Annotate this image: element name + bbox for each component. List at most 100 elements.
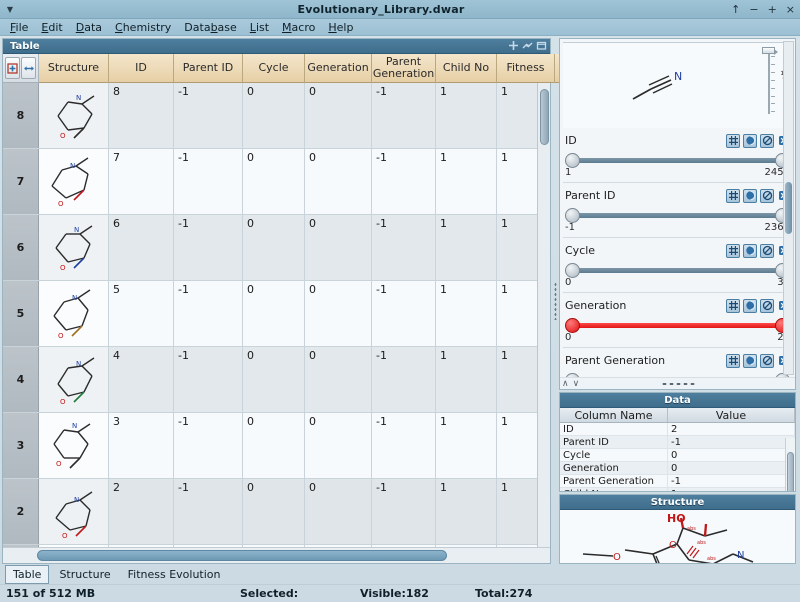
cell-cycle[interactable]: 0	[243, 479, 305, 544]
cell-id[interactable]: 8	[109, 83, 174, 148]
structure-search-canvas[interactable]: N	[565, 45, 762, 126]
minimize-button[interactable]: −	[749, 4, 758, 15]
row-header[interactable]: 3	[3, 413, 39, 478]
structure-search-filter[interactable]: N ½ 0	[563, 42, 792, 128]
column-header-generation[interactable]: Generation	[305, 54, 372, 83]
data-row[interactable]: Child No1	[560, 488, 795, 491]
globe-icon[interactable]	[743, 134, 757, 148]
column-header-structure[interactable]: Structure	[39, 54, 109, 83]
table-row[interactable]: 5NO5-100-111	[3, 281, 550, 347]
cell-cycle[interactable]: 0	[243, 149, 305, 214]
cell-parent-generation[interactable]: -1	[372, 413, 436, 478]
table-horizontal-scrollbar[interactable]	[3, 547, 550, 563]
cell-id[interactable]: 3	[109, 413, 174, 478]
table-row[interactable]: 8NO8-100-111	[3, 83, 550, 149]
cell-child-no[interactable]: 1	[436, 479, 497, 544]
column-header-id[interactable]: ID	[109, 54, 174, 83]
table-row[interactable]: 2NO2-100-111	[3, 479, 550, 545]
table-vertical-scrollbar[interactable]	[537, 83, 550, 547]
filter-generation[interactable]: Generation023	[563, 293, 792, 348]
grid-icon[interactable]	[726, 354, 740, 368]
cell-child-no[interactable]: 1	[436, 281, 497, 346]
disable-icon[interactable]	[760, 244, 774, 258]
data-row[interactable]: Parent Generation-1	[560, 475, 795, 488]
scroll-down-icon[interactable]: ∨	[571, 379, 582, 389]
table-row[interactable]: 4NO4-100-111	[3, 347, 550, 413]
slider-min-knob[interactable]	[565, 153, 580, 168]
cell-id[interactable]: 4	[109, 347, 174, 412]
data-header-value[interactable]: Value	[668, 408, 795, 422]
grid-icon[interactable]	[726, 134, 740, 148]
row-header[interactable]: 2	[3, 479, 39, 544]
structure-cell[interactable]: NO	[39, 479, 109, 544]
filter-cycle[interactable]: Cycle033	[563, 238, 792, 293]
cell-parent-generation[interactable]: -1	[372, 479, 436, 544]
filter-parent-generation[interactable]: Parent Generation-122	[563, 348, 792, 377]
row-header[interactable]: 8	[3, 83, 39, 148]
cell-parent-id[interactable]: -1	[174, 413, 243, 478]
data-panel-scrollbar[interactable]	[785, 438, 795, 491]
table-row[interactable]: 7NO7-100-111	[3, 149, 550, 215]
slider-thumb[interactable]	[762, 47, 775, 54]
cell-child-no[interactable]: 1	[436, 215, 497, 280]
structure-cell[interactable]: NO	[39, 413, 109, 478]
cell-parent-generation[interactable]: -1	[372, 281, 436, 346]
cell-generation[interactable]: 0	[305, 149, 372, 214]
cell-parent-id[interactable]: -1	[174, 149, 243, 214]
disable-icon[interactable]	[760, 354, 774, 368]
filter-panel-scrollbar[interactable]	[783, 41, 794, 375]
menu-database[interactable]: Database	[178, 20, 243, 35]
structure-cell[interactable]: NO	[39, 215, 109, 280]
grid-icon[interactable]	[726, 244, 740, 258]
data-row[interactable]: Parent ID-1	[560, 436, 795, 449]
globe-icon[interactable]	[743, 299, 757, 313]
cell-cycle[interactable]: 0	[243, 413, 305, 478]
detach-icon[interactable]	[536, 40, 547, 51]
row-header[interactable]: 4	[3, 347, 39, 412]
cell-id[interactable]: 5	[109, 281, 174, 346]
disable-icon[interactable]	[760, 134, 774, 148]
cell-parent-id[interactable]: -1	[174, 479, 243, 544]
cell-id[interactable]: 7	[109, 149, 174, 214]
menu-chemistry[interactable]: Chemistry	[109, 20, 177, 35]
close-button[interactable]: ×	[786, 4, 795, 15]
cell-child-no[interactable]: 1	[436, 83, 497, 148]
structure-cell[interactable]: NO	[39, 83, 109, 148]
tab-table[interactable]: Table	[5, 565, 49, 584]
menu-help[interactable]: Help	[322, 20, 359, 35]
globe-icon[interactable]	[743, 189, 757, 203]
cell-cycle[interactable]: 0	[243, 83, 305, 148]
cell-generation[interactable]: 0	[305, 479, 372, 544]
fit-columns-icon[interactable]	[21, 57, 36, 79]
cell-id[interactable]: 2	[109, 479, 174, 544]
cell-parent-generation[interactable]: -1	[372, 347, 436, 412]
vertical-splitter[interactable]	[551, 38, 559, 564]
filter-parent-id[interactable]: Parent ID-12367	[563, 183, 792, 238]
cell-generation[interactable]: 0	[305, 347, 372, 412]
scrollbar-thumb[interactable]	[787, 452, 794, 491]
scroll-up-icon[interactable]: ∧	[560, 379, 571, 389]
table-body[interactable]: 8NO8-100-1117NO7-100-1116NO6-100-1115NO5…	[3, 83, 550, 547]
cell-cycle[interactable]: 0	[243, 281, 305, 346]
menu-list[interactable]: List	[244, 20, 275, 35]
add-view-icon[interactable]	[508, 40, 519, 51]
cell-generation[interactable]: 0	[305, 281, 372, 346]
range-slider[interactable]	[565, 261, 790, 279]
scrollbar-thumb[interactable]	[37, 550, 447, 561]
cell-generation[interactable]: 0	[305, 413, 372, 478]
data-row[interactable]: Generation0	[560, 462, 795, 475]
tab-structure[interactable]: Structure	[52, 566, 117, 583]
column-header-cycle[interactable]: Cycle	[243, 54, 305, 83]
disable-icon[interactable]	[760, 189, 774, 203]
cell-id[interactable]: 6	[109, 215, 174, 280]
table-row[interactable]: 6NO6-100-111	[3, 215, 550, 281]
slider-min-knob[interactable]	[565, 208, 580, 223]
data-row[interactable]: ID2	[560, 423, 795, 436]
menu-edit[interactable]: Edit	[35, 20, 68, 35]
cell-parent-generation[interactable]: -1	[372, 215, 436, 280]
column-header-fitness[interactable]: Fitness	[497, 54, 555, 83]
cell-cycle[interactable]: 0	[243, 215, 305, 280]
menu-data[interactable]: Data	[70, 20, 108, 35]
cell-parent-generation[interactable]: -1	[372, 149, 436, 214]
slider-min-knob[interactable]	[565, 318, 580, 333]
